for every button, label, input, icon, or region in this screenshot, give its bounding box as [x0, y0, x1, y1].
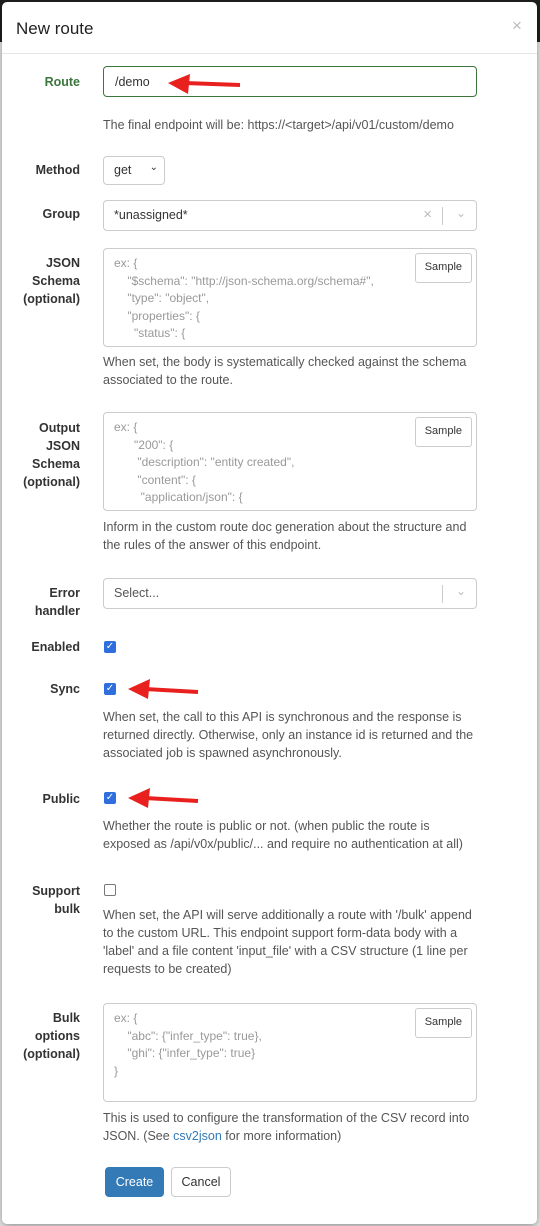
- bulk-options-textarea[interactable]: ex: { "abc": {"infer_type": true}, "ghi"…: [103, 1003, 477, 1102]
- route-help: The final endpoint will be: https://<tar…: [103, 118, 454, 132]
- header-divider: [2, 53, 537, 54]
- bulk-options-help: This is used to configure the transforma…: [103, 1111, 470, 1143]
- route-label: Route: [44, 75, 80, 89]
- public-checkbox[interactable]: ✓: [104, 792, 116, 804]
- output-schema-placeholder: ex: { "200": { "description": "entity cr…: [114, 420, 295, 504]
- method-select[interactable]: get ⌄: [103, 156, 165, 185]
- output-schema-help: Inform in the custom route doc generatio…: [103, 520, 467, 552]
- chevron-down-icon: ⌄: [149, 162, 158, 173]
- method-value: get: [114, 163, 132, 177]
- bulk-options-label: Bulk options (optional): [23, 1011, 80, 1061]
- error-handler-placeholder: Select...: [114, 586, 160, 600]
- json-schema-label: JSON Schema (optional): [23, 256, 80, 306]
- select-separator: [442, 207, 443, 225]
- clear-icon[interactable]: ×: [423, 206, 432, 223]
- chevron-down-icon: ⌄: [455, 206, 466, 220]
- support-bulk-help: When set, the API will serve additionall…: [103, 908, 472, 976]
- enabled-checkbox[interactable]: ✓: [104, 641, 116, 653]
- close-icon[interactable]: ×: [512, 16, 522, 36]
- create-button[interactable]: Create: [105, 1167, 164, 1197]
- sync-help: When set, the call to this API is synchr…: [103, 710, 474, 760]
- bulk-options-sample-button[interactable]: Sample: [414, 1008, 472, 1038]
- arrow-annotation-icon: [128, 788, 199, 808]
- output-schema-textarea[interactable]: ex: { "200": { "description": "entity cr…: [103, 412, 477, 511]
- output-schema-sample-button[interactable]: Sample: [414, 417, 472, 447]
- bulk-options-placeholder: ex: { "abc": {"infer_type": true}, "ghi"…: [114, 1011, 262, 1078]
- json-schema-sample-button[interactable]: Sample: [414, 253, 472, 283]
- json-schema-help: When set, the body is systematically che…: [103, 355, 467, 387]
- public-label: Public: [42, 792, 80, 806]
- arrow-annotation-icon: [128, 679, 199, 699]
- support-bulk-checkbox[interactable]: [104, 884, 116, 896]
- group-value: *unassigned*: [114, 208, 188, 222]
- json-schema-textarea[interactable]: ex: { "$schema": "http://json-schema.org…: [103, 248, 477, 347]
- error-handler-label: Error handler: [34, 586, 80, 618]
- group-label: Group: [42, 207, 81, 221]
- arrow-annotation-icon: [168, 74, 241, 94]
- support-bulk-label: Support bulk: [32, 884, 80, 916]
- json-schema-placeholder: ex: { "$schema": "http://json-schema.org…: [114, 256, 374, 340]
- modal-title: New route: [16, 19, 94, 38]
- group-select[interactable]: *unassigned* × ⌄: [103, 200, 477, 231]
- sync-checkbox[interactable]: ✓: [104, 683, 116, 695]
- cancel-button[interactable]: Cancel: [171, 1167, 231, 1197]
- output-schema-label: Output JSON Schema (optional): [23, 421, 80, 489]
- select-separator: [442, 585, 443, 603]
- public-help: Whether the route is public or not. (whe…: [103, 819, 463, 851]
- csv2json-link[interactable]: csv2json: [173, 1129, 222, 1143]
- chevron-down-icon: ⌄: [455, 584, 466, 598]
- sync-label: Sync: [50, 682, 80, 696]
- error-handler-select[interactable]: Select... ⌄: [103, 578, 477, 609]
- method-label: Method: [35, 163, 80, 177]
- enabled-label: Enabled: [31, 640, 80, 654]
